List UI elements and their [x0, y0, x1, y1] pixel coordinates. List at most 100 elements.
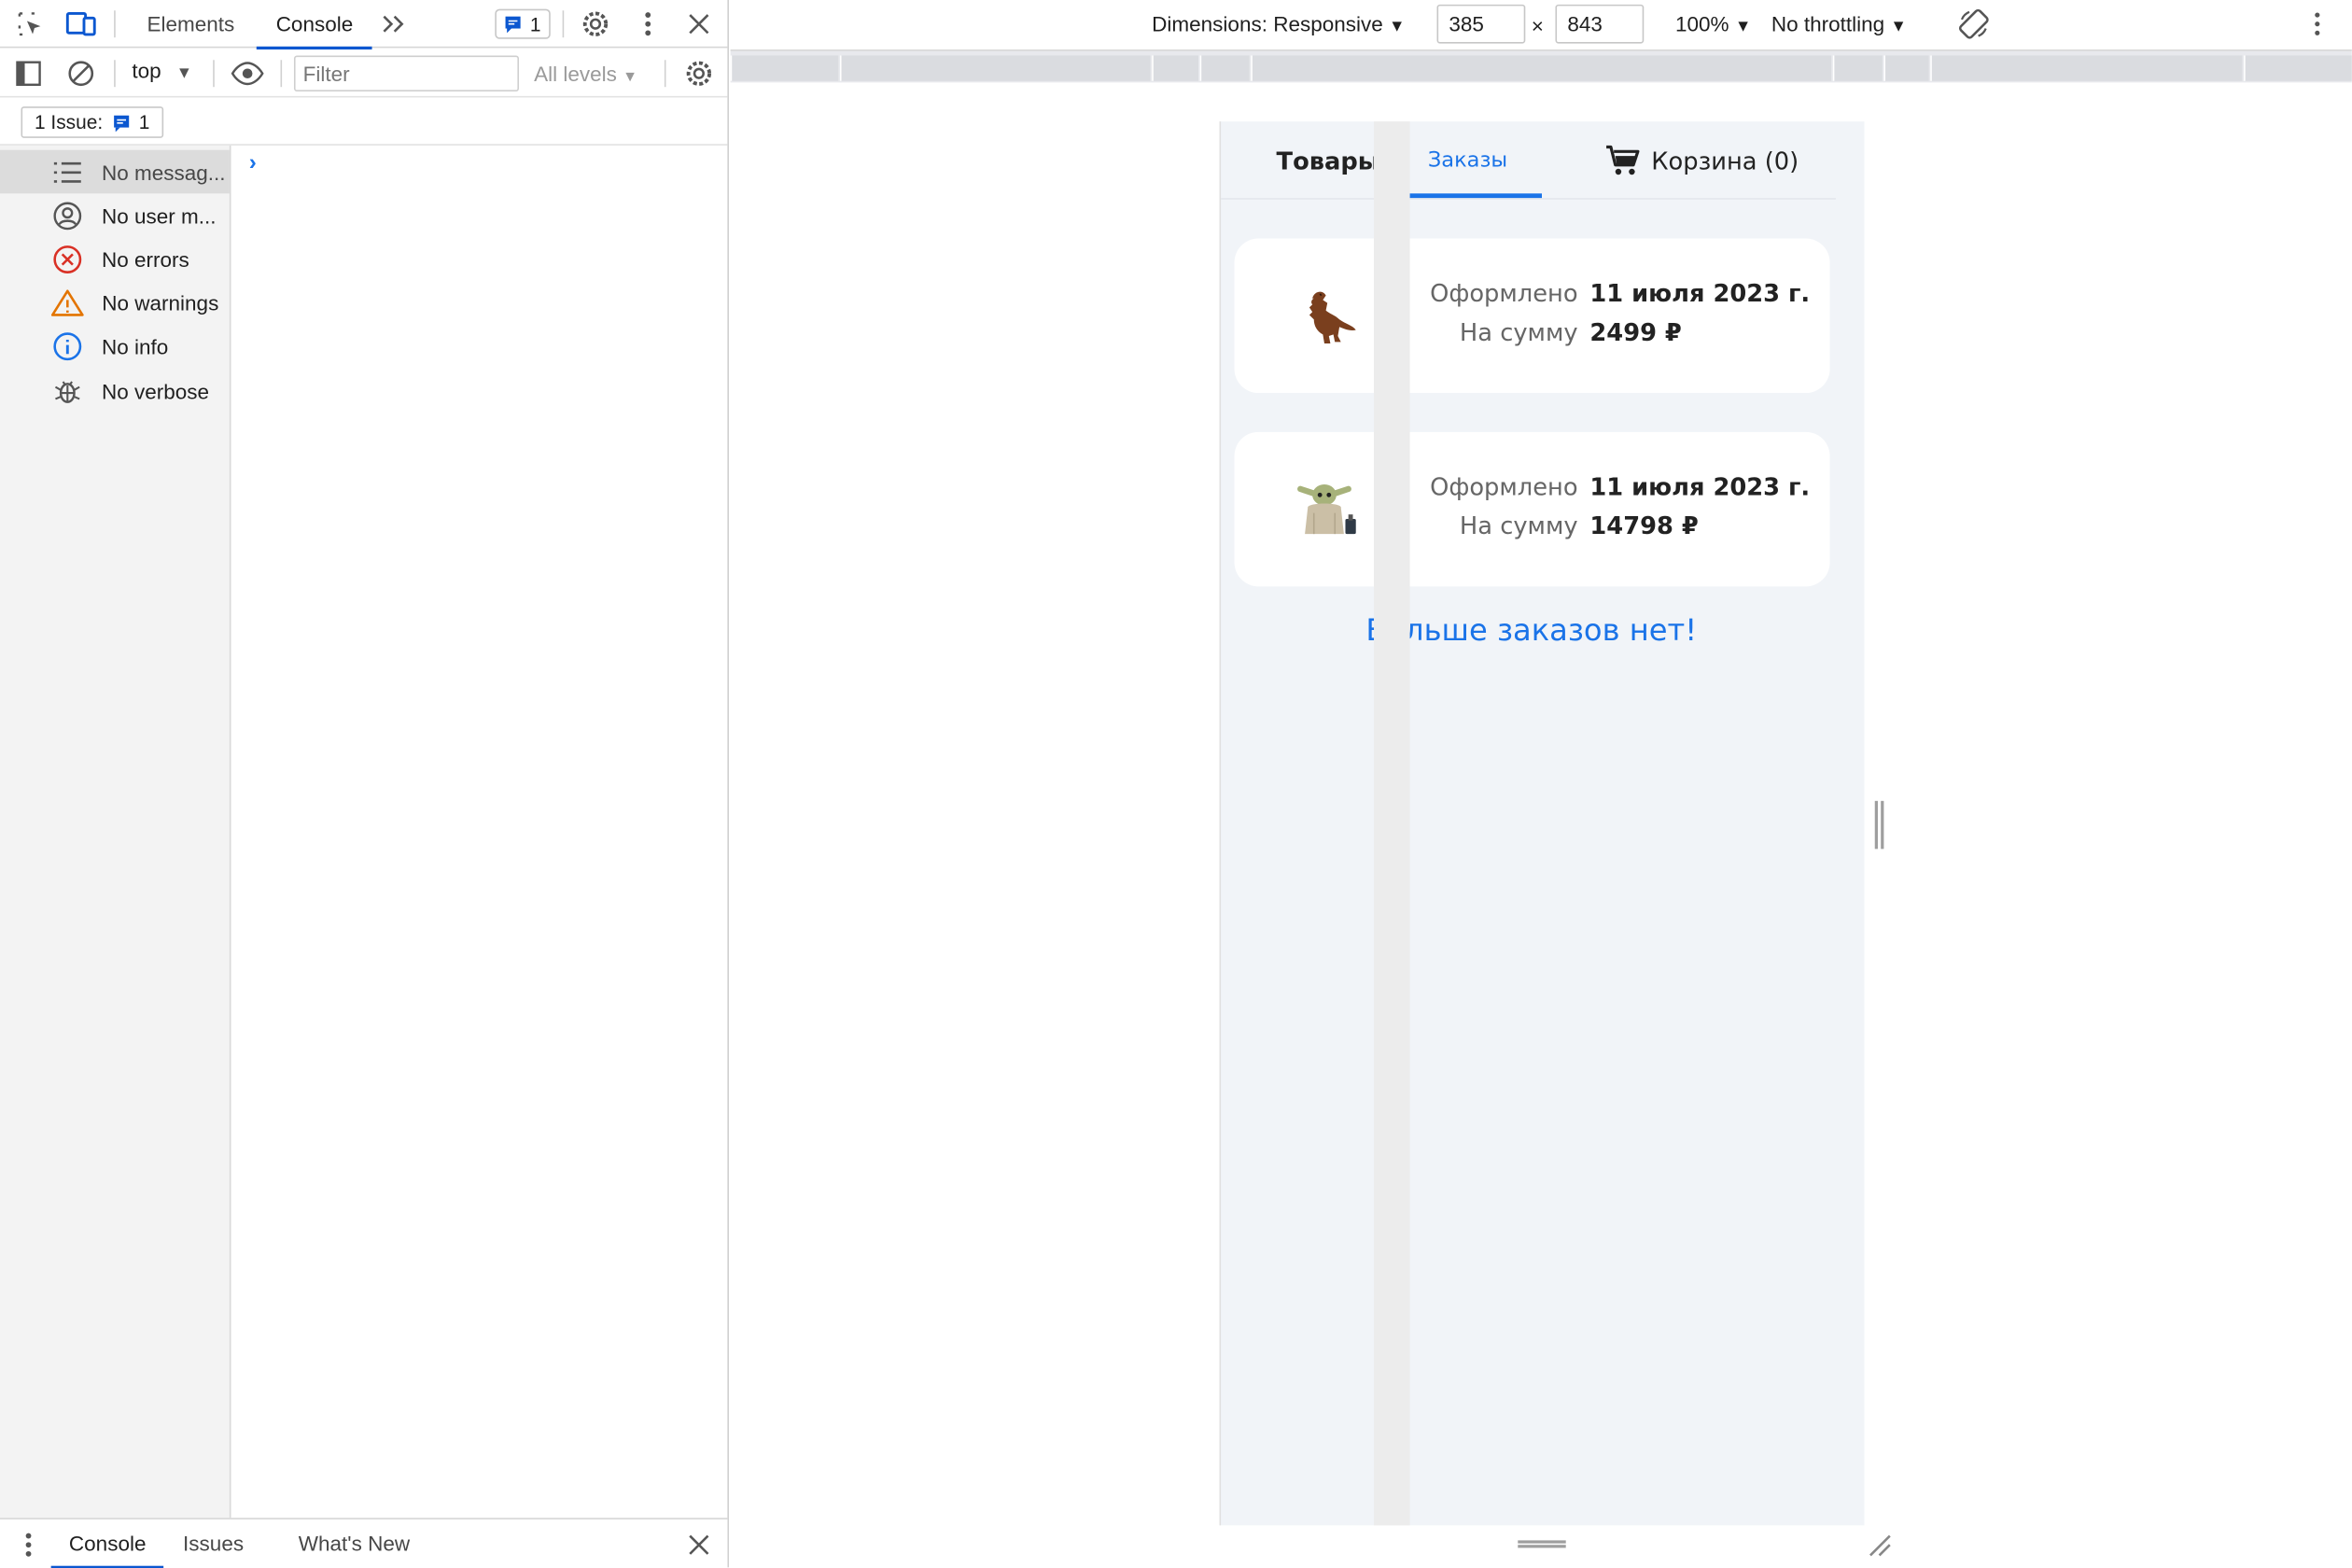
console-settings-gear-icon[interactable]	[681, 55, 718, 91]
cart-label: Корзина (0)	[1651, 146, 1799, 175]
devtools-panel: Elements Console 1 top ▼ Filter All leve…	[0, 0, 730, 1568]
issues-toolbar: 1 Issue: 1	[0, 99, 728, 146]
nav-orders[interactable]: Заказы	[1428, 121, 1507, 200]
order-sum: 14798 ₽	[1589, 511, 1699, 540]
baby-yoda-toy-image	[1297, 484, 1356, 535]
sidebar-item-label: No warnings	[102, 289, 219, 315]
ruler-segment[interactable]	[1930, 55, 2243, 81]
chevron-down-icon: ▼	[1734, 18, 1752, 36]
dinosaur-toy-image	[1309, 291, 1356, 344]
sidebar-item-messages[interactable]: No messag...	[0, 149, 230, 194]
resize-handle-vertical[interactable]	[1518, 1540, 1566, 1548]
more-tabs-icon[interactable]	[375, 6, 412, 42]
sidebar-item-label: No user m...	[101, 203, 217, 228]
order-card[interactable]: Оформлено 11 июля 2023 г. На сумму 14798…	[1234, 431, 1830, 587]
console-filter-input[interactable]	[293, 55, 520, 92]
console-sidebar: No messag... No user m... No errors No w…	[0, 145, 231, 1519]
issues-button-label: 1 Issue:	[34, 110, 104, 134]
bug-icon	[51, 374, 84, 407]
drawer-tab-console[interactable]: Console	[50, 1519, 165, 1568]
order-card[interactable]: Оформлено 11 июля 2023 г. На сумму 2499 …	[1234, 238, 1830, 394]
order-date: 11 июля 2023 г.	[1589, 472, 1811, 501]
sidebar-item-info[interactable]: No info	[0, 324, 230, 368]
device-kebab-menu-icon[interactable]	[2300, 6, 2336, 42]
console-prompt-chevron-icon[interactable]: ›	[249, 150, 257, 175]
device-frame-edge	[1374, 121, 1410, 1526]
message-icon	[113, 114, 129, 132]
settings-gear-icon[interactable]	[578, 6, 614, 42]
nav-active-indicator	[1396, 193, 1542, 199]
dimensions-label: Dimensions: Responsive	[1152, 11, 1383, 36]
resize-corner-icon[interactable]	[1868, 1533, 1892, 1557]
sidebar-item-verbose[interactable]: No verbose	[0, 369, 230, 413]
tab-elements[interactable]: Elements	[147, 0, 234, 48]
emulated-page: Товары Заказы Корзина (0) Оформлено 11 и…	[1219, 121, 1865, 1526]
order-date-label: Оформлено	[1430, 278, 1578, 308]
rotate-icon[interactable]	[1956, 6, 1993, 42]
resize-handle-horizontal[interactable]	[1874, 801, 1884, 849]
drawer-tabbar: Console Issues What's New	[0, 1518, 728, 1568]
kebab-menu-icon[interactable]	[630, 6, 666, 42]
drawer-tab-issues[interactable]: Issues	[183, 1519, 244, 1568]
ruler-segment[interactable]	[1251, 55, 1832, 81]
ruler-segment[interactable]	[2244, 55, 2352, 81]
device-viewport: Dimensions: Responsive ▼ 385 × 843 100% …	[730, 0, 2352, 1568]
sidebar-item-errors[interactable]: No errors	[0, 237, 230, 281]
device-toggle-icon[interactable]	[63, 6, 99, 42]
inspect-element-icon[interactable]	[12, 6, 49, 42]
times-sign: ×	[1531, 13, 1544, 38]
dimensions-select[interactable]: Dimensions: Responsive ▼	[1152, 12, 1405, 36]
info-icon	[51, 329, 84, 362]
order-sum-label: На сумму	[1459, 317, 1578, 347]
sidebar-item-label: No verbose	[101, 378, 210, 403]
drawer-tab-whats-new[interactable]: What's New	[299, 1519, 410, 1568]
order-date-label: Оформлено	[1430, 472, 1578, 501]
app-nav: Товары Заказы Корзина (0)	[1221, 121, 1836, 200]
close-drawer-icon[interactable]	[681, 1527, 718, 1563]
width-input[interactable]: 385	[1436, 4, 1526, 44]
chevron-down-icon: ▼	[623, 68, 638, 86]
no-more-orders-message: Больше заказов нет!	[1365, 611, 1698, 649]
ruler-segment[interactable]	[1152, 55, 1198, 81]
order-date: 11 июля 2023 г.	[1589, 278, 1811, 308]
ruler-segment[interactable]	[1199, 55, 1250, 81]
throttling-select[interactable]: No throttling ▼	[1771, 12, 1907, 36]
log-levels-select[interactable]: All levels ▼	[534, 62, 637, 86]
device-toolbar: Dimensions: Responsive ▼ 385 × 843 100% …	[730, 0, 2352, 50]
issues-counter[interactable]: 1	[495, 8, 551, 39]
devtools-top-toolbar: Elements Console 1	[0, 0, 728, 50]
media-query-ruler[interactable]	[730, 49, 2352, 83]
close-devtools-icon[interactable]	[681, 6, 718, 42]
log-levels-label: All levels	[534, 61, 617, 86]
sidebar-item-label: No errors	[101, 246, 189, 272]
order-sum-label: На сумму	[1459, 511, 1578, 540]
sidebar-item-warnings[interactable]: No warnings	[0, 281, 230, 325]
error-icon	[51, 243, 84, 275]
issues-button[interactable]: 1 Issue: 1	[21, 106, 163, 138]
live-expression-eye-icon[interactable]	[230, 55, 266, 91]
context-select[interactable]: top ▼	[132, 59, 192, 83]
ruler-segment[interactable]	[1883, 55, 1929, 81]
nav-cart[interactable]: Корзина (0)	[1604, 121, 1799, 200]
sidebar-item-label: No info	[101, 333, 169, 358]
zoom-value: 100%	[1675, 11, 1729, 36]
sidebar-item-label: No messag...	[101, 160, 226, 184]
ruler-segment[interactable]	[1832, 55, 1883, 81]
ruler-segment[interactable]	[839, 55, 1151, 81]
chevron-down-icon: ▼	[1890, 18, 1907, 36]
ruler-segment[interactable]	[730, 55, 839, 81]
clear-console-icon[interactable]	[63, 55, 99, 91]
sidebar-toggle-icon[interactable]	[10, 55, 47, 91]
user-icon	[51, 199, 84, 231]
issues-counter-value: 1	[529, 12, 541, 35]
context-value: top	[132, 58, 161, 83]
tab-console[interactable]: Console	[256, 0, 373, 50]
zoom-select[interactable]: 100% ▼	[1675, 12, 1751, 36]
chevron-down-icon: ▼	[175, 64, 193, 83]
nav-products[interactable]: Товары	[1277, 121, 1379, 200]
height-input[interactable]: 843	[1555, 4, 1645, 44]
order-sum: 2499 ₽	[1589, 317, 1682, 347]
warning-icon	[50, 286, 84, 318]
sidebar-item-user-messages[interactable]: No user m...	[0, 193, 230, 237]
drawer-menu-icon[interactable]	[10, 1527, 47, 1563]
